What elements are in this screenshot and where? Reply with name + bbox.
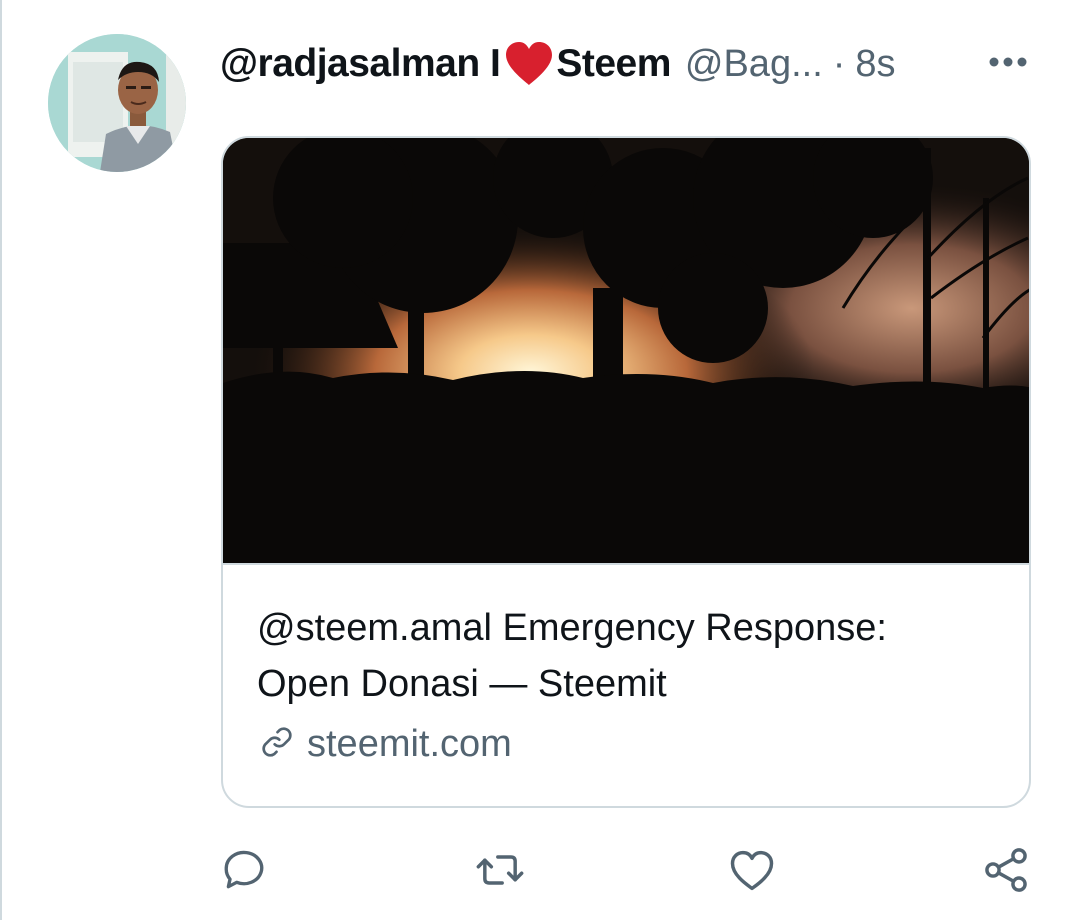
tweet-actions — [0, 840, 1080, 904]
card-title-line-2: Open Donasi — Steemit — [257, 663, 667, 705]
display-name-steem: Steem — [556, 42, 671, 85]
card-domain: steemit.com — [307, 723, 512, 765]
avatar[interactable] — [48, 34, 186, 172]
like-button[interactable] — [720, 840, 784, 904]
tweet-timestamp[interactable]: 8s — [855, 43, 895, 86]
reply-button[interactable] — [212, 840, 276, 904]
retweet-icon — [474, 844, 526, 901]
link-icon — [257, 722, 297, 767]
share-icon — [980, 844, 1032, 901]
reply-icon — [219, 845, 269, 900]
dot-separator: · — [832, 42, 846, 85]
card-domain-row: steemit.com — [257, 722, 512, 767]
link-card[interactable]: @steem.amal Emergency Response: Open Don… — [221, 136, 1031, 808]
tweet-header: @radjasalman I Steem @Bag... · 8s — [220, 36, 1050, 92]
display-name[interactable]: @radjasalman I Steem — [220, 41, 671, 87]
card-divider — [223, 563, 1029, 565]
user-handle[interactable]: @Bag... — [685, 43, 823, 86]
more-options-icon[interactable] — [986, 40, 1030, 84]
like-icon — [726, 844, 778, 901]
share-button[interactable] — [974, 840, 1038, 904]
card-title-line-1: @steem.amal Emergency Response: — [257, 607, 887, 649]
heart-emoji-icon — [504, 41, 554, 87]
timeline-left-border — [0, 0, 2, 920]
card-image — [223, 138, 1029, 564]
retweet-button[interactable] — [468, 840, 532, 904]
card-title: @steem.amal Emergency Response: Open Don… — [257, 600, 997, 712]
display-name-text: @radjasalman I — [220, 42, 501, 85]
